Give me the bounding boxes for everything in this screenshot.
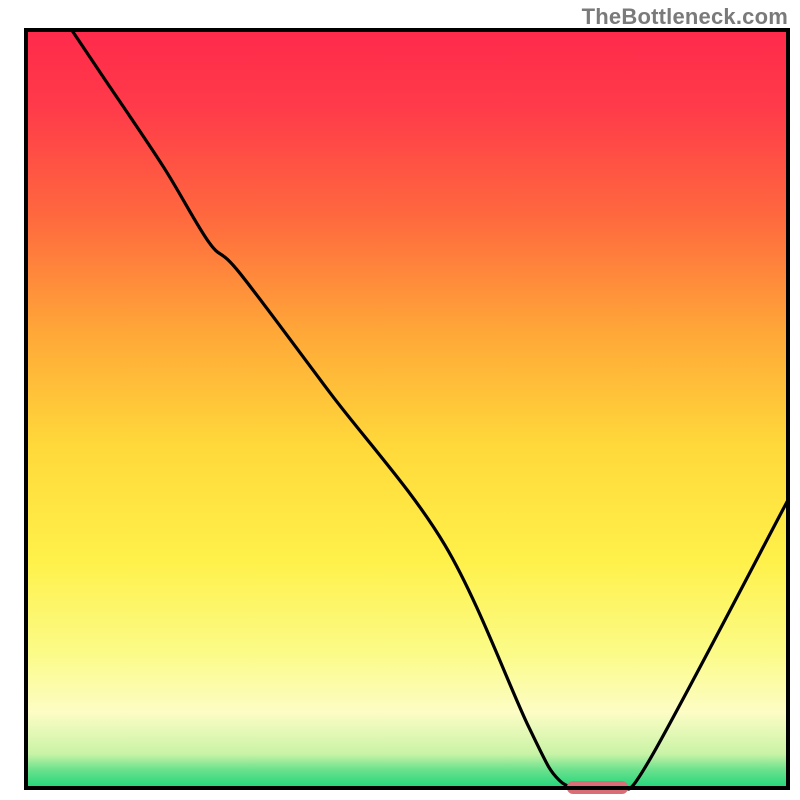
watermark-text: TheBottleneck.com (582, 4, 788, 30)
chart-container: TheBottleneck.com (0, 0, 800, 800)
bottleneck-chart (0, 0, 800, 800)
plot-background (26, 30, 788, 788)
